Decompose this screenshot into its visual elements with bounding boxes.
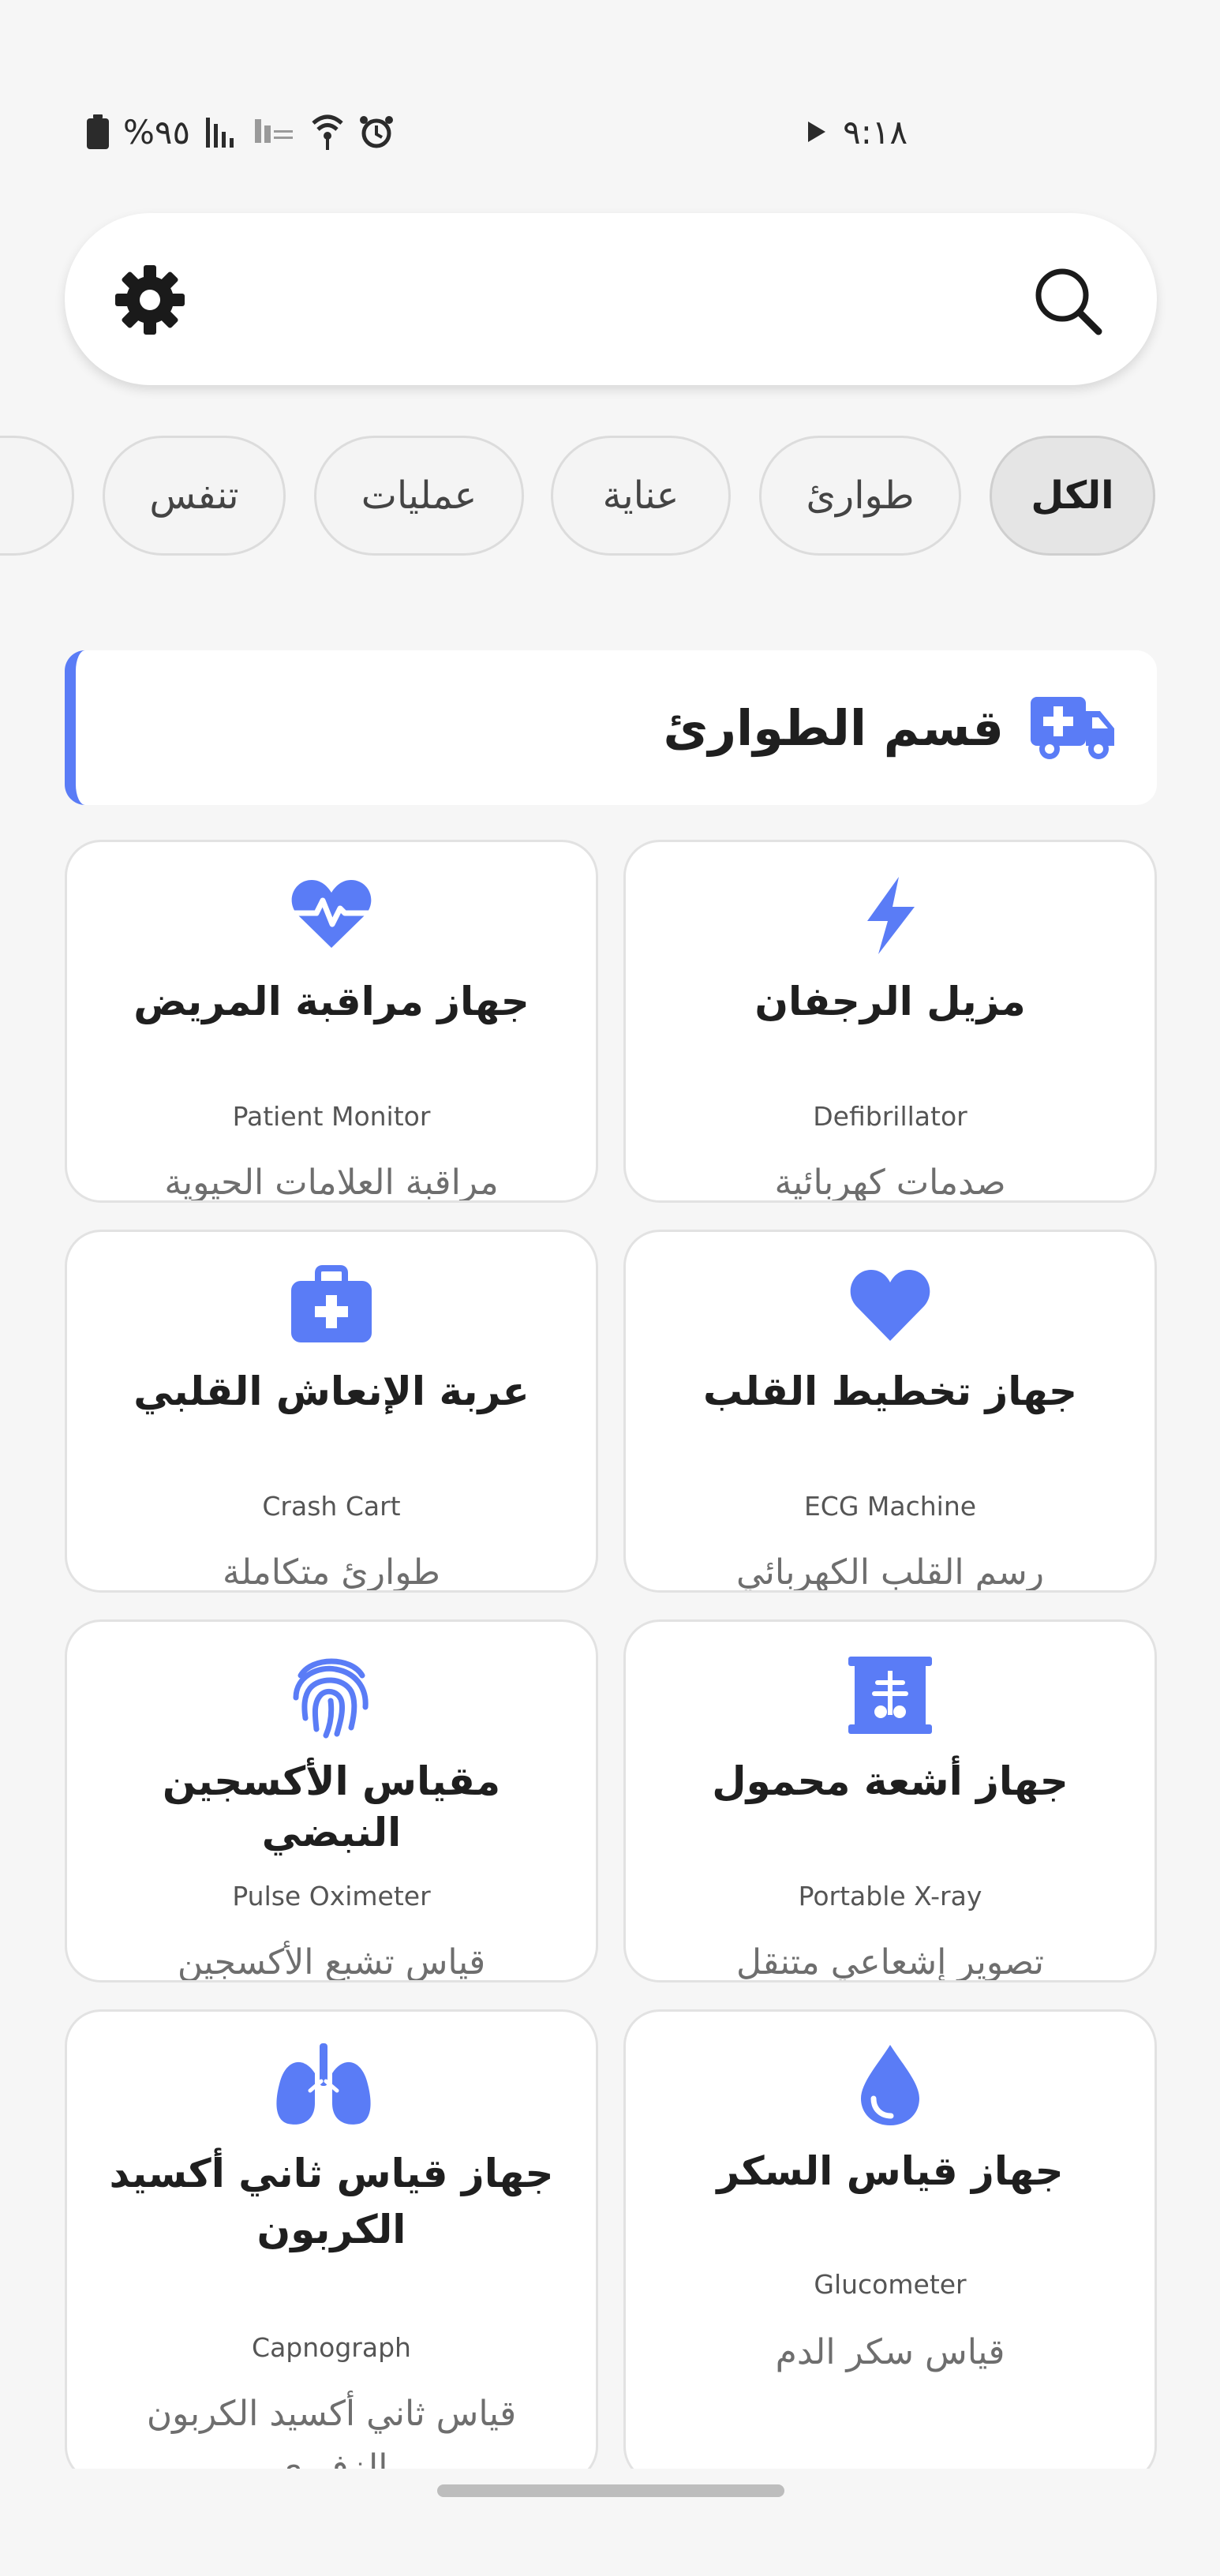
card-description: تصوير إشعاعي متنقل — [736, 1942, 1044, 1983]
card-description: قياس سكر الدم — [775, 2332, 1005, 2372]
xray-icon — [847, 1652, 934, 1739]
card-title: جهاز تخطيط القلب — [702, 1368, 1078, 1414]
status-right: ٩:١٨ — [805, 113, 908, 152]
signal-icon — [204, 114, 239, 149]
device-card-defibrillator[interactable]: مزيل الرجفان Defibrillator صدمات كهربائي… — [623, 840, 1157, 1203]
ambulance-icon — [1031, 694, 1117, 762]
device-card-crash-cart[interactable]: عربة الإنعاش القلبي Crash Cart طوارئ متك… — [65, 1230, 598, 1593]
card-title: جهاز قياس ثاني أكسيد الكربون — [109, 2151, 554, 2252]
battery-icon — [87, 114, 109, 149]
network-type-icon — [253, 114, 296, 149]
lungs-icon — [276, 2042, 375, 2129]
alarm-icon — [359, 114, 394, 149]
status-time: ٩:١٨ — [843, 112, 908, 152]
gear-icon[interactable] — [112, 262, 188, 338]
card-description: مراقبة العلامات الحيوية — [164, 1163, 499, 1203]
chip-emergency[interactable]: طوارئ — [759, 436, 961, 556]
home-indicator[interactable] — [437, 2484, 784, 2497]
card-description: صدمات كهربائية — [774, 1163, 1006, 1203]
chip-more[interactable] — [0, 436, 74, 556]
card-description: رسم القلب الكهربائي — [735, 1552, 1045, 1593]
card-description: طوارئ متكاملة — [223, 1552, 440, 1593]
card-title: جهاز أشعة محمول — [712, 1758, 1068, 1804]
device-card-capnograph[interactable]: جهاز قياس ثاني أكسيد الكربون Capnograph … — [65, 2009, 598, 2483]
card-subtitle: Glucometer — [814, 2269, 967, 2300]
chip-care[interactable]: عناية — [551, 436, 731, 556]
card-description: قياس تشبع الأكسجين — [177, 1942, 486, 1983]
card-subtitle: Defibrillator — [813, 1101, 967, 1132]
card-title: مقياس الأكسجين النبضي — [162, 1758, 501, 1855]
chip-operations[interactable]: عمليات — [314, 436, 524, 556]
card-subtitle: Crash Cart — [262, 1491, 401, 1522]
battery-percent: %٩٥ — [123, 112, 191, 152]
medkit-icon — [288, 1262, 375, 1349]
device-card-ecg[interactable]: جهاز تخطيط القلب ECG Machine رسم القلب ا… — [623, 1230, 1157, 1593]
search-bar[interactable] — [65, 213, 1157, 385]
device-card-portable-xray[interactable]: جهاز أشعة محمول Portable X-ray تصوير إشع… — [623, 1619, 1157, 1983]
card-subtitle: Pulse Oximeter — [232, 1881, 431, 1911]
section-title: قسم الطوارئ — [663, 698, 1004, 757]
status-left: %٩٥ — [87, 112, 394, 152]
search-icon[interactable] — [1029, 262, 1105, 338]
fingerprint-icon — [288, 1652, 375, 1739]
card-subtitle: ECG Machine — [803, 1491, 977, 1522]
filter-chips: الكل طوارئ عناية عمليات تنفس — [0, 436, 1220, 556]
chip-breathing[interactable]: تنفس — [103, 436, 286, 556]
card-title: عربة الإنعاش القلبي — [133, 1368, 530, 1414]
device-card-patient-monitor[interactable]: جهاز مراقبة المريض Patient Monitor مراقب… — [65, 840, 598, 1203]
card-title: جهاز مراقبة المريض — [133, 979, 530, 1024]
chip-all[interactable]: الكل — [990, 436, 1155, 556]
card-title: جهاز قياس السكر — [717, 2148, 1064, 2194]
droplet-icon — [847, 2042, 934, 2129]
device-card-pulse-oximeter[interactable]: مقياس الأكسجين النبضي Pulse Oximeter قيا… — [65, 1619, 598, 1983]
card-subtitle: Capnograph — [252, 2332, 411, 2363]
heart-icon — [847, 1262, 934, 1349]
card-subtitle: Portable X-ray — [798, 1881, 982, 1911]
status-bar: %٩٥ ٩:١٨ — [87, 104, 908, 159]
device-card-glucometer[interactable]: جهاز قياس السكر Glucometer قياس سكر الدم — [623, 2009, 1157, 2483]
heart-pulse-icon — [288, 872, 375, 959]
section-header: قسم الطوارئ — [65, 650, 1157, 805]
card-title: مزيل الرجفان — [754, 979, 1026, 1024]
wifi-icon — [310, 112, 345, 152]
bolt-icon — [847, 872, 934, 959]
card-subtitle: Patient Monitor — [232, 1101, 431, 1132]
play-icon — [805, 120, 829, 144]
